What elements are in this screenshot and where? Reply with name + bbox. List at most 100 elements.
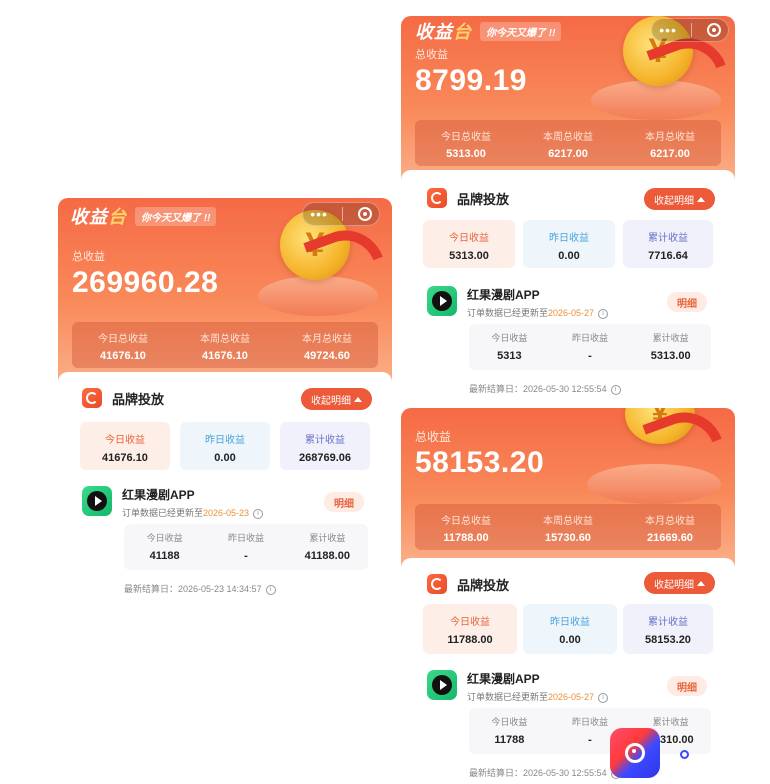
info-icon[interactable]: i: [265, 584, 276, 595]
assistant-float-button[interactable]: [610, 728, 660, 778]
settlement-time: 最新结算日：2026-05-30 12:55:54i: [469, 766, 621, 779]
detail-button[interactable]: 明细: [667, 292, 707, 312]
play-app-icon: [427, 286, 457, 316]
brand-row: 收益台 你今天又爆了 !!: [415, 18, 562, 44]
assistant-float-icon: [625, 743, 645, 763]
collapse-details-button[interactable]: 收起明细: [644, 188, 715, 210]
metric-total: 累计收益 268769.06: [280, 422, 370, 470]
app-update-note: 订单数据已经更新至2026-05-23 i: [122, 506, 264, 519]
period-stats: 今日总收益 5313.00 本周总收益 6217.00 本月总收益 6217.00: [415, 120, 721, 166]
app-stats: 今日收益 11788 昨日收益 - 累计收益 16310.00: [469, 708, 711, 754]
app-row[interactable]: 红果漫剧APP 订单数据已经更新至2026-05-27 i: [427, 670, 609, 703]
section-head: 品牌投放: [427, 574, 509, 594]
settlement-time: 最新结算日：2026-05-30 12:55:54i: [469, 382, 621, 395]
earnings-card-1: 收益台 你今天又爆了 !! ¥ ••• 总收益 269960.28 今日总收益 4…: [58, 198, 392, 604]
total-value: 58153.20: [415, 446, 545, 479]
app-stat-yesterday: 昨日收益 -: [572, 333, 609, 362]
app-name: 红果漫剧APP: [467, 672, 540, 686]
metric-total: 累计收益 7716.64: [623, 220, 713, 268]
app-stat-today: 今日收益 11788: [491, 717, 528, 746]
float-indicator-dot: [680, 750, 689, 759]
info-icon[interactable]: i: [598, 692, 609, 703]
app-stats: 今日收益 41188 昨日收益 - 累计收益 41188.00: [124, 524, 368, 570]
brand-row: 收益台 你今天又爆了 !!: [70, 203, 217, 229]
card-header: 收益台 你今天又爆了 !! ¥ ••• 总收益 8799.19 今日总收益 531…: [401, 16, 735, 186]
total-value: 269960.28: [72, 266, 219, 299]
section-head: 品牌投放: [82, 388, 164, 408]
card-header: 收益台 你今天又爆了 !! ¥ ••• 总收益 269960.28 今日总收益 4…: [58, 198, 392, 388]
section-title: 品牌投放: [457, 577, 510, 593]
section-head: 品牌投放: [427, 188, 509, 208]
capsule-divider: [691, 23, 693, 37]
app-update-note: 订单数据已经更新至2026-05-27 i: [467, 306, 609, 319]
total-label: 总收益: [415, 430, 452, 444]
info-icon[interactable]: i: [598, 308, 609, 319]
brand-title: 收益台: [415, 22, 472, 42]
brand-panel: 品牌投放 收起明细 今日收益 5313.00 昨日收益 0.00 累计收益 7716.…: [401, 170, 735, 404]
target-close-icon[interactable]: [357, 207, 372, 221]
section-title: 品牌投放: [112, 391, 165, 407]
app-stats: 今日收益 5313 昨日收益 - 累计收益 5313.00: [469, 324, 711, 370]
app-name: 红果漫剧APP: [467, 288, 540, 302]
stat-week: 本周总收益 6217.00: [543, 132, 593, 160]
app-name: 红果漫剧APP: [122, 488, 195, 502]
metric-today: 今日收益 41676.10: [80, 422, 170, 470]
brand-panel: 品牌投放 收起明细 今日收益 41676.10 昨日收益 0.00 累计收益 2687…: [58, 372, 392, 604]
section-title: 品牌投放: [457, 191, 510, 207]
caret-up-icon: [697, 580, 705, 586]
brand-logo-icon: [427, 188, 447, 208]
app-stat-yesterday: 昨日收益 -: [227, 533, 264, 562]
mini-program-capsule[interactable]: •••: [651, 18, 729, 42]
app-stat-today: 今日收益 41188: [146, 533, 183, 562]
metric-today: 今日收益 11788.00: [423, 604, 517, 654]
detail-button[interactable]: 明细: [324, 492, 364, 512]
brand-logo-icon: [427, 574, 447, 594]
app-update-note: 订单数据已经更新至2026-05-27 i: [467, 690, 609, 703]
card-header: ¥ 总收益 58153.20 今日总收益 11788.00 本周总收益 15730.…: [401, 408, 735, 568]
earnings-card-3: ¥ 总收益 58153.20 今日总收益 11788.00 本周总收益 15730.…: [401, 408, 735, 784]
detail-button[interactable]: 明细: [667, 676, 707, 696]
stat-today: 今日总收益 5313.00: [441, 132, 491, 160]
play-app-icon: [82, 486, 112, 516]
play-app-icon: [427, 670, 457, 700]
info-icon[interactable]: i: [610, 384, 621, 395]
stat-week: 本周总收益 41676.10: [200, 334, 250, 362]
metric-today: 今日收益 5313.00: [423, 220, 515, 268]
collapse-details-button[interactable]: 收起明细: [644, 572, 715, 594]
metric-yesterday: 昨日收益 0.00: [523, 220, 615, 268]
brand-title: 收益台: [70, 207, 127, 227]
total-label: 总收益: [415, 49, 448, 61]
more-dots-icon[interactable]: •••: [659, 23, 677, 37]
stat-week: 本周总收益 15730.60: [543, 516, 593, 544]
pedestal-decoration: [258, 276, 378, 316]
earnings-card-2: 收益台 你今天又爆了 !! ¥ ••• 总收益 8799.19 今日总收益 531…: [401, 16, 735, 404]
slogan-badge: 你今天又爆了 !!: [480, 21, 562, 41]
capsule-divider: [342, 207, 344, 221]
app-stat-today: 今日收益 5313: [491, 333, 528, 362]
stat-today: 今日总收益 41676.10: [98, 334, 148, 362]
total-label: 总收益: [72, 251, 105, 263]
total-value: 8799.19: [415, 64, 527, 97]
slogan-badge: 你今天又爆了 !!: [135, 206, 217, 226]
caret-up-icon: [697, 196, 705, 202]
more-dots-icon[interactable]: •••: [310, 207, 328, 221]
app-row[interactable]: 红果漫剧APP 订单数据已经更新至2026-05-23 i: [82, 486, 264, 519]
pedestal-decoration: [591, 80, 721, 120]
period-stats: 今日总收益 11788.00 本周总收益 15730.60 本月总收益 21669.6…: [415, 504, 721, 550]
collapse-details-button[interactable]: 收起明细: [301, 388, 372, 410]
stat-month: 本月总收益 6217.00: [645, 132, 695, 160]
stat-today: 今日总收益 11788.00: [441, 516, 491, 544]
settlement-time: 最新结算日：2026-05-23 14:34:57 i: [124, 582, 276, 595]
pedestal-decoration: [587, 464, 721, 504]
target-close-icon[interactable]: [706, 23, 721, 37]
app-stat-total: 累计收益 41188.00: [304, 533, 350, 562]
metric-yesterday: 昨日收益 0.00: [523, 604, 617, 654]
metric-total: 累计收益 58153.20: [623, 604, 713, 654]
stat-month: 本月总收益 21669.60: [645, 516, 695, 544]
app-row[interactable]: 红果漫剧APP 订单数据已经更新至2026-05-27 i: [427, 286, 609, 319]
mini-program-capsule[interactable]: •••: [302, 202, 380, 226]
info-icon[interactable]: i: [253, 508, 264, 519]
stat-month: 本月总收益 49724.60: [302, 334, 352, 362]
brand-logo-icon: [82, 388, 102, 408]
app-stat-total: 累计收益 5313.00: [650, 333, 691, 362]
